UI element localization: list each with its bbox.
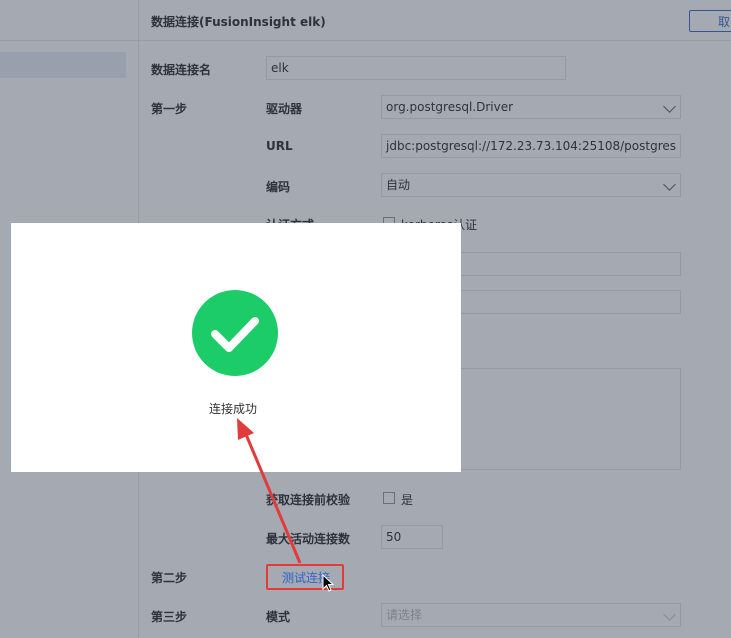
red-arrow — [237, 418, 302, 564]
mouse-pointer-icon — [322, 574, 335, 592]
